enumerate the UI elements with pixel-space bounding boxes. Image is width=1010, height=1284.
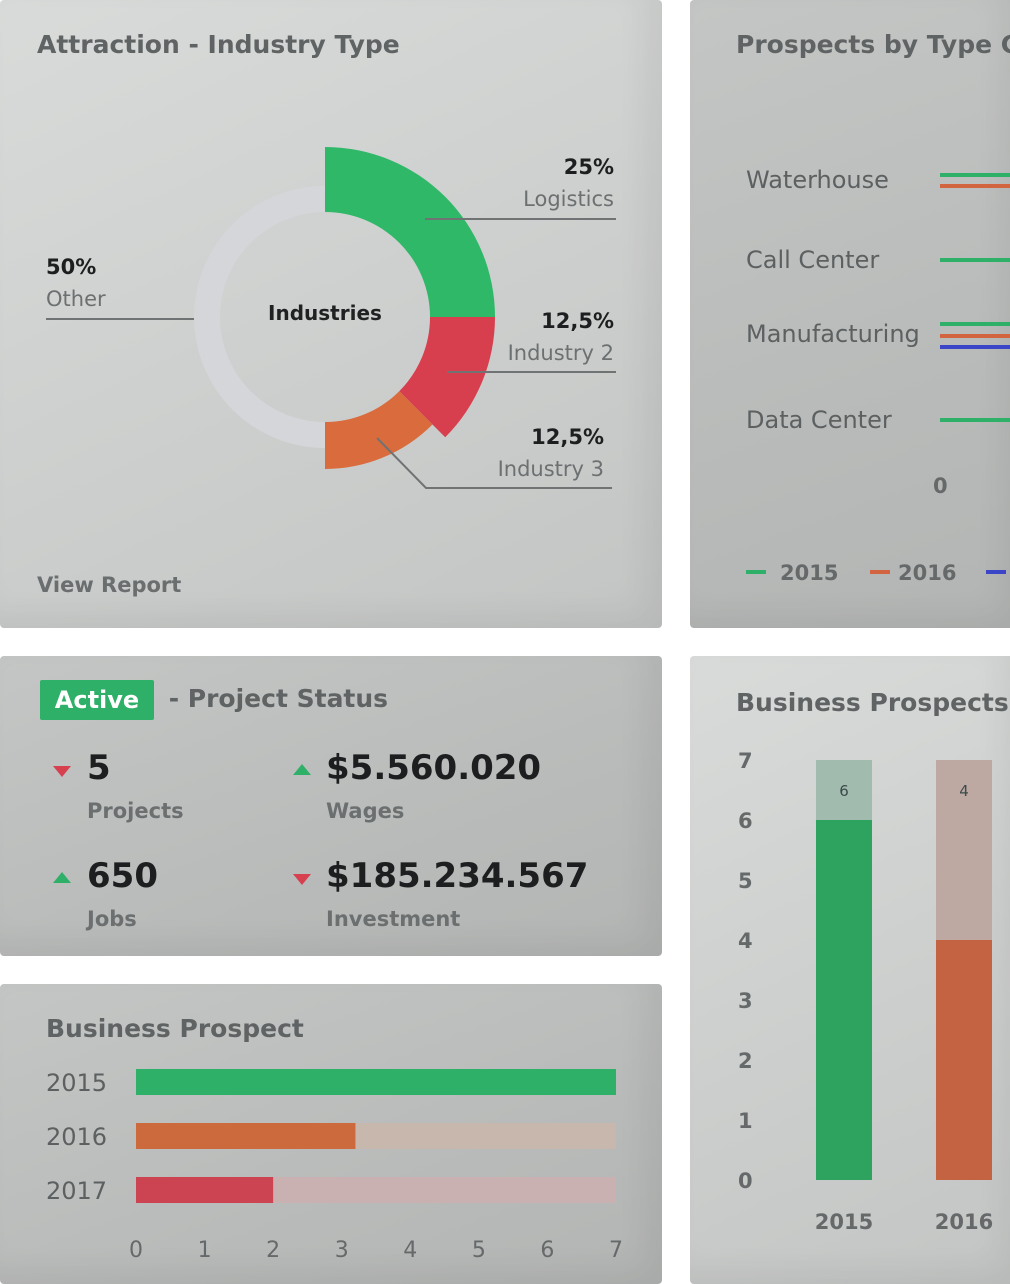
business-prospects-bar-chart: 0 1 2 3 4 5 6 7 6 2015 4 2016 [738, 749, 993, 1234]
prospects-type-title: Prospects by Type Co [736, 30, 1010, 59]
business-prospects-card: Business Prospects 0 1 2 3 4 5 6 7 6 2015 4 2016 [690, 656, 1010, 1284]
bar-2017 [136, 1177, 274, 1203]
kpi-projects-label: Projects [87, 799, 184, 823]
legend-2015: 2015 [746, 561, 838, 585]
trend-down-icon [53, 766, 71, 777]
bar-2016 [936, 940, 992, 1180]
kpi-jobs-value: 650 [87, 856, 158, 896]
bar-2015 [136, 1069, 616, 1095]
donut-center-label: Industries [268, 301, 382, 325]
name-label-industry-3: Industry 3 [498, 457, 604, 481]
data-label-2015: 6 [839, 782, 849, 800]
kpi-jobs-label: Jobs [87, 907, 137, 931]
bar-2016 [136, 1123, 356, 1149]
trend-down-icon [293, 874, 311, 885]
bar-waterhouse-2016 [940, 184, 1010, 188]
category-label-2017: 2017 [46, 1177, 107, 1205]
y-tick-label: 3 [738, 989, 753, 1013]
legend-2016: 2016 [870, 561, 956, 585]
bar-2015 [816, 820, 872, 1180]
bar-manufacturing-2017 [940, 345, 1010, 349]
category-label-2016: 2016 [46, 1123, 107, 1151]
data-label-2016: 4 [959, 782, 969, 800]
name-label-other: Other [46, 287, 106, 311]
x-axis-zero-tick: 0 [933, 474, 948, 498]
business-prospect-card: Business Prospect 2015 2016 2017 0 1 2 3 4 5 6 7 [0, 984, 662, 1284]
bar-call-center-2015 [940, 258, 1010, 262]
active-badge: Active [40, 680, 154, 720]
category-label-data-center: Data Center [746, 406, 892, 434]
kpi-investment-value: $185.234.567 [326, 856, 589, 896]
business-prospect-bar-chart: 2015 2016 2017 0 1 2 3 4 5 6 7 [46, 1069, 623, 1263]
y-tick-label: 7 [738, 749, 753, 773]
x-tick-label: 6 [540, 1238, 554, 1263]
y-tick-label: 1 [738, 1109, 753, 1133]
x-tick-label: 7 [609, 1238, 623, 1263]
bar-waterhouse-2015 [940, 173, 1010, 177]
y-tick-label: 4 [738, 929, 753, 953]
y-tick-label: 2 [738, 1049, 753, 1073]
industry-donut-chart: Industries 25% Logistics 12,5% Industry … [46, 147, 616, 489]
category-label-call-center: Call Center [746, 246, 880, 274]
kpi-wages-value: $5.560.020 [326, 748, 542, 788]
prospects-by-type-card: Prospects by Type Co Waterhouse Call Cen… [690, 0, 1010, 628]
pct-label-industry-3: 12,5% [531, 425, 604, 449]
category-label-2015: 2015 [815, 1210, 873, 1234]
x-tick-label: 4 [403, 1238, 417, 1263]
trend-up-icon [53, 872, 71, 883]
bar-manufacturing-2015 [940, 322, 1010, 326]
view-report-link[interactable]: View Report [37, 573, 181, 597]
x-tick-label: 0 [129, 1238, 143, 1263]
pct-label-industry-2: 12,5% [541, 309, 614, 333]
name-label-industry-2: Industry 2 [508, 341, 614, 365]
trend-up-icon [293, 764, 311, 775]
kpi-wages-label: Wages [326, 799, 405, 823]
project-status-card: Active - Project Status 5 Projects $5.56… [0, 656, 662, 956]
project-status-title: - Project Status [160, 684, 389, 713]
legend-swatch-2017 [986, 570, 1006, 574]
name-label-logistics: Logistics [523, 187, 614, 211]
attraction-card: Attraction - Industry Type Industries 25… [0, 0, 662, 628]
y-tick-label: 6 [738, 809, 753, 833]
x-tick-label: 3 [335, 1238, 349, 1263]
category-label-manufacturing: Manufacturing [746, 320, 920, 348]
x-tick-label: 5 [472, 1238, 486, 1263]
y-tick-label: 0 [738, 1169, 753, 1193]
category-label-2016: 2016 [935, 1210, 993, 1234]
legend-swatch-2016 [870, 570, 890, 574]
category-label-waterhouse: Waterhouse [746, 166, 889, 194]
bar-data-center-2015 [940, 418, 1010, 422]
donut-segment-logistics [325, 147, 495, 317]
y-tick-label: 5 [738, 869, 753, 893]
legend-2017 [986, 561, 1010, 585]
pct-label-logistics: 25% [564, 155, 614, 179]
x-tick-label: 1 [198, 1238, 212, 1263]
category-label-2015: 2015 [46, 1069, 107, 1097]
legend-swatch-2015 [746, 570, 766, 574]
kpi-projects-value: 5 [87, 748, 111, 788]
kpi-investment-label: Investment [326, 907, 461, 931]
x-tick-label: 2 [266, 1238, 280, 1263]
pct-label-other: 50% [46, 255, 96, 279]
bar-manufacturing-2016 [940, 334, 1010, 338]
